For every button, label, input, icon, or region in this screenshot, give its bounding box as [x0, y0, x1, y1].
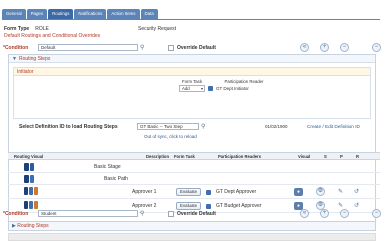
col-form-task: Form Task [174, 154, 195, 159]
stage-flow-icon [24, 163, 34, 171]
condition-label-2: *Condition [3, 211, 29, 217]
override-default-label: Override Default [177, 45, 216, 51]
condition-input[interactable]: Default [38, 44, 138, 51]
collapsed-panel-body [8, 233, 376, 241]
initiator-header: Initiator [14, 68, 370, 76]
out-of-sync-link[interactable]: Out of sync, click to reload [144, 134, 197, 139]
add-row-icon[interactable]: + [320, 43, 329, 52]
edit-icon[interactable]: ✎ [338, 189, 343, 195]
collapse-icon[interactable]: − [372, 43, 381, 52]
date-value: 01/02/1900 [265, 124, 288, 129]
settings-icon[interactable]: ⚙ [316, 187, 325, 196]
col-description: Description [146, 154, 170, 159]
col-routing-visual: Routing Visual [14, 154, 44, 159]
select-definition-label: Select Definition ID to load Routing Ste… [19, 124, 118, 130]
definition-search-icon[interactable]: ⚲ [201, 124, 205, 130]
lookup-icon[interactable] [206, 204, 211, 209]
create-edit-definition-link[interactable]: Create / Edit Definition ID [307, 124, 360, 129]
tab-bar: General Pages Routings Notifications Act… [2, 9, 158, 19]
col-visual: Visual [298, 154, 311, 159]
page-title: Default Routings and Conditional Overrid… [4, 33, 101, 39]
add-row-icon[interactable]: + [320, 209, 329, 218]
col-s: S [324, 154, 327, 159]
form-type-label: Form Type [4, 26, 30, 32]
path-flow-icon [24, 175, 34, 183]
delete-row-icon[interactable]: − [340, 43, 349, 52]
row-description: Basic Path [104, 176, 128, 182]
tab-general[interactable]: General [2, 9, 26, 19]
expand-triangle-icon[interactable]: ▼ [12, 56, 17, 62]
form-task-select[interactable]: Add ▾ [179, 85, 205, 92]
chevron-down-icon: ▾ [200, 86, 203, 91]
security-text: Security Request [138, 26, 177, 32]
route-icon[interactable]: ↺ [354, 189, 359, 195]
row-description: Approver 1 [132, 189, 157, 195]
override-default-checkbox-2[interactable] [168, 211, 174, 217]
row-description: Basic Stage [94, 164, 121, 170]
tab-pages[interactable]: Pages [26, 9, 48, 19]
collapse-icon[interactable]: − [372, 209, 381, 218]
condition-label: *Condition [3, 45, 29, 51]
search-icon[interactable]: ⚲ [140, 45, 144, 51]
participation-reader: GT Dept Approver [216, 189, 257, 195]
search-icon[interactable]: ⚲ [140, 211, 144, 217]
tab-action-items[interactable]: Action Items [107, 9, 140, 19]
form-task-label: Form Task [182, 79, 202, 84]
first-row-icon[interactable]: « [300, 209, 309, 218]
routing-steps-title-2: Routing Steps [17, 223, 49, 229]
condition-input-2[interactable]: Student [38, 210, 138, 217]
lookup-icon[interactable] [206, 190, 211, 195]
tab-divider [2, 19, 380, 20]
definition-id-input[interactable]: GT Basic -- Two Step [137, 123, 199, 130]
row-description: Approver 2 [132, 203, 157, 209]
edit-icon[interactable]: ✎ [338, 203, 343, 209]
initiator-panel: Initiator Form Task Participation Reader… [13, 67, 371, 119]
participation-reader-value: GT Dept Initiator [216, 86, 249, 91]
override-default-checkbox[interactable] [168, 45, 174, 51]
form-task-value: Add [182, 86, 190, 91]
routing-steps-title: Routing Steps [18, 56, 51, 62]
participation-reader: GT Budget Approver [216, 203, 262, 209]
step-flow-icon [24, 187, 38, 195]
tab-notifications[interactable]: Notifications [74, 9, 107, 19]
tab-routings[interactable]: Routings [48, 9, 74, 19]
delete-row-icon[interactable]: − [340, 209, 349, 218]
form-type-row: Form Type ROLE [4, 26, 49, 32]
route-icon[interactable]: ↺ [354, 203, 359, 209]
override-default-label-2: Override Default [177, 211, 216, 217]
routing-steps-header-2: ▶ Routing Steps [12, 223, 49, 229]
col-p: P [340, 154, 343, 159]
tab-data[interactable]: Data [140, 9, 158, 19]
col-participation-readers: Participation Readers [218, 154, 262, 159]
routing-steps-header[interactable]: ▼ Routing Steps [9, 55, 375, 63]
col-r: R [356, 154, 360, 159]
form-type-value: ROLE [35, 26, 49, 32]
table-row: Basic Stage [8, 161, 380, 173]
step-flow-icon [24, 201, 38, 209]
first-row-icon[interactable]: « [300, 43, 309, 52]
form-task-button[interactable]: Evaluate [176, 188, 202, 196]
participation-reader-label: Participation Reader [224, 79, 264, 84]
expand-triangle-icon[interactable]: ▶ [12, 223, 16, 229]
routing-steps-panel-2[interactable]: ▶ Routing Steps [8, 221, 376, 231]
lookup-icon[interactable] [208, 86, 213, 91]
form-task-button[interactable]: Evaluate [176, 202, 202, 210]
routing-grid-header: Routing Visual Description Form Task Par… [8, 152, 380, 160]
table-row: Basic Path [8, 173, 380, 185]
table-row: Approver 1 Evaluate GT Dept Approver ● ⚙… [8, 185, 380, 199]
people-icon[interactable]: ● [294, 188, 303, 196]
